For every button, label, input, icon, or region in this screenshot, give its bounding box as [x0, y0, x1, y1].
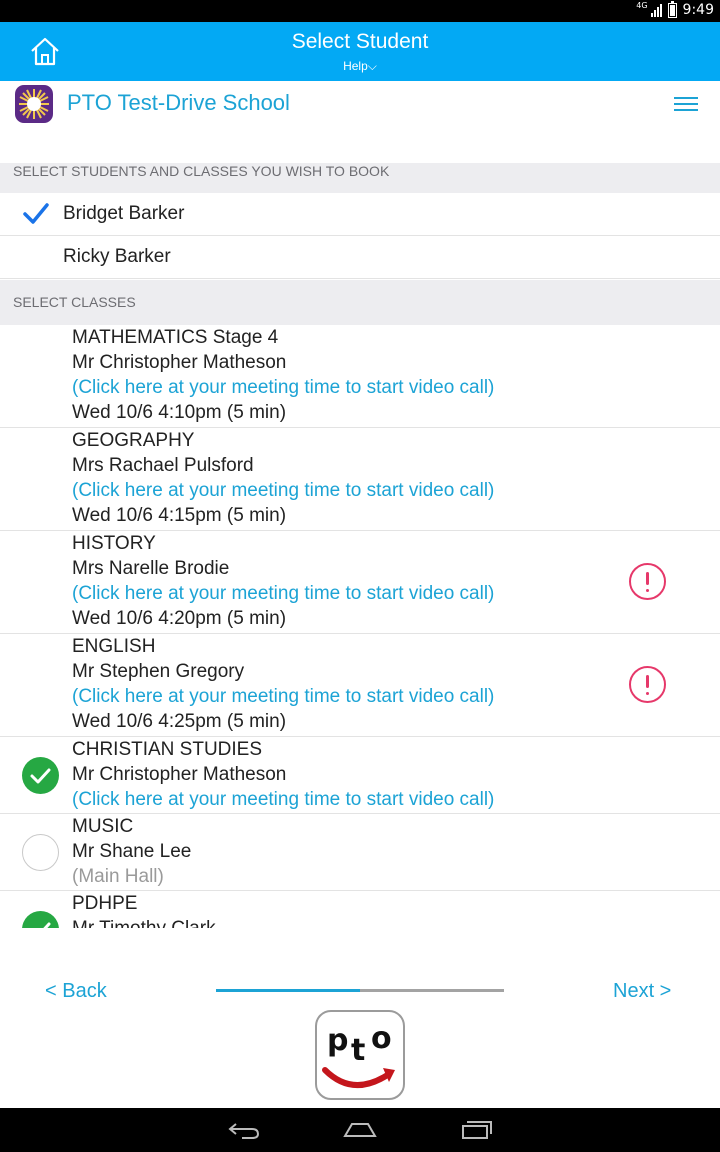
video-call-link[interactable]: (Click here at your meeting time to star… — [72, 377, 494, 399]
chevron-down-icon: ⌵ — [367, 59, 377, 73]
student-name: Bridget Barker — [63, 203, 185, 224]
svg-text:p: p — [327, 1023, 348, 1058]
alert-icon[interactable] — [629, 563, 666, 600]
progress-fill — [216, 989, 360, 992]
class-row-english[interactable]: ENGLISH Mr Stephen Gregory (Click here a… — [0, 634, 720, 737]
class-subject: ENGLISH — [72, 636, 156, 657]
pto-logo: p t o — [315, 1010, 405, 1100]
classes-section-header: SELECT CLASSES — [0, 280, 720, 325]
network-type: 4G — [636, 1, 648, 10]
class-list: MATHEMATICS Stage 4 Mr Christopher Mathe… — [0, 325, 720, 928]
video-call-link[interactable]: (Click here at your meeting time to star… — [72, 583, 494, 605]
class-row-mathematics[interactable]: MATHEMATICS Stage 4 Mr Christopher Mathe… — [0, 325, 720, 428]
page-title: Select Student — [291, 30, 429, 53]
class-row-geography[interactable]: GEOGRAPHY Mrs Rachael Pulsford (Click he… — [0, 428, 720, 531]
checkmark-icon — [22, 202, 50, 226]
svg-text:o: o — [371, 1021, 392, 1056]
video-call-link[interactable]: (Click here at your meeting time to star… — [72, 480, 494, 502]
unchecked-circle-icon[interactable] — [22, 834, 59, 871]
student-row-bridget[interactable]: Bridget Barker — [0, 193, 720, 236]
signal-icon — [650, 3, 662, 17]
class-subject: GEOGRAPHY — [72, 430, 195, 451]
class-row-pdhpe[interactable]: PDHPE Mr Timothy Clark — [0, 891, 720, 928]
video-call-link[interactable]: (Click here at your meeting time to star… — [72, 789, 494, 811]
class-subject: MUSIC — [72, 816, 134, 837]
class-time: Wed 10/6 4:15pm (5 min) — [72, 505, 287, 526]
students-section-heading: SELECT STUDENTS AND CLASSES YOU WISH TO … — [13, 163, 390, 179]
hamburger-icon[interactable] — [674, 97, 698, 113]
class-row-christian-studies[interactable]: CHRISTIAN STUDIES Mr Christopher Matheso… — [0, 737, 720, 814]
status-bar: 4G 9:49 — [0, 0, 720, 22]
class-subject: PDHPE — [72, 893, 138, 914]
class-teacher: Mrs Rachael Pulsford — [72, 455, 254, 476]
class-row-music[interactable]: MUSIC Mr Shane Lee (Main Hall) — [0, 814, 720, 891]
alert-icon[interactable] — [629, 666, 666, 703]
classes-section-heading: SELECT CLASSES — [13, 294, 136, 310]
class-teacher: Mr Christopher Matheson — [72, 764, 287, 785]
class-subject: MATHEMATICS Stage 4 — [72, 327, 279, 348]
nav-back-icon[interactable] — [226, 1118, 262, 1142]
nav-recents-icon[interactable] — [458, 1118, 494, 1142]
student-name: Ricky Barker — [63, 246, 171, 267]
class-teacher: Mr Christopher Matheson — [72, 352, 287, 373]
back-button[interactable]: < Back — [45, 980, 107, 1003]
class-subject: HISTORY — [72, 533, 156, 554]
student-row-ricky[interactable]: Ricky Barker — [0, 236, 720, 279]
students-section-header: SELECT STUDENTS AND CLASSES YOU WISH TO … — [0, 163, 720, 193]
checked-circle-icon[interactable] — [22, 911, 59, 928]
app-header: Select Student Help⌵ — [0, 22, 720, 81]
class-time: Wed 10/6 4:25pm (5 min) — [72, 711, 287, 732]
svg-text:t: t — [351, 1033, 365, 1068]
help-button[interactable]: Help⌵ — [0, 59, 720, 74]
video-call-link[interactable]: (Click here at your meeting time to star… — [72, 686, 494, 708]
class-teacher: Mr Stephen Gregory — [72, 661, 245, 682]
help-label: Help — [343, 59, 368, 73]
checked-circle-icon[interactable] — [22, 757, 59, 794]
class-time: Wed 10/6 4:10pm (5 min) — [72, 402, 287, 423]
clock: 9:49 — [682, 2, 714, 18]
class-row-history[interactable]: HISTORY Mrs Narelle Brodie (Click here a… — [0, 531, 720, 634]
nav-home-icon[interactable] — [342, 1118, 378, 1142]
class-subject: CHRISTIAN STUDIES — [72, 739, 263, 760]
class-teacher: Mrs Narelle Brodie — [72, 558, 230, 579]
class-teacher: Mr Shane Lee — [72, 841, 192, 862]
next-button[interactable]: Next > — [613, 980, 671, 1003]
class-time: Wed 10/6 4:20pm (5 min) — [72, 608, 287, 629]
progress-bar — [216, 989, 504, 992]
system-nav-bar — [0, 1108, 720, 1152]
school-logo — [15, 85, 53, 123]
class-location: (Main Hall) — [72, 866, 164, 887]
class-teacher: Mr Timothy Clark — [72, 918, 216, 928]
school-name: PTO Test-Drive School — [67, 90, 290, 115]
battery-icon — [667, 0, 677, 18]
school-bar: PTO Test-Drive School — [0, 81, 720, 163]
